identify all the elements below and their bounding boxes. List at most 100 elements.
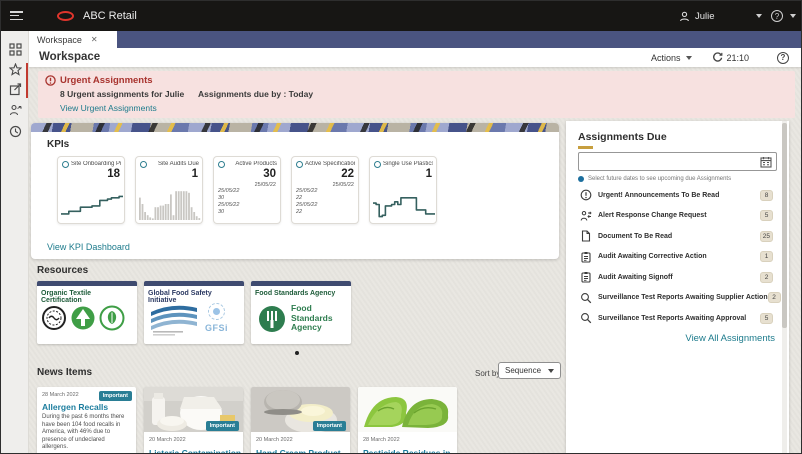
kpi-title: Site Audits Due [157, 161, 199, 167]
news-title: Listeria Contamination [149, 448, 242, 454]
apps-grid-icon[interactable] [9, 43, 22, 56]
carousel-dot[interactable] [295, 351, 299, 355]
page-title: Workspace [39, 51, 101, 63]
left-navigation-rail [1, 31, 29, 453]
important-badge: Important [205, 421, 239, 431]
shared-user-icon[interactable] [9, 104, 22, 117]
tab-workspace[interactable]: Workspace ✕ [29, 31, 117, 48]
resource-title: Food Standards Agency [255, 290, 336, 297]
help-icon[interactable]: ? [771, 10, 783, 22]
kpi-tile-single-use-plastics[interactable]: Single Use Plastics ... 1 [369, 156, 437, 224]
urgent-due-by: Assignments due by : Today [198, 89, 314, 99]
kpi-tile-row: Site Onboarding Pr... 18 Site Audits Due… [57, 156, 437, 224]
kpi-target-icon [140, 161, 147, 168]
count-badge: 25 [759, 230, 773, 242]
news-date: 20 March 2022 [256, 437, 293, 443]
kpi-target-icon [374, 161, 381, 168]
news-card-hand-cream-product[interactable]: Important 20 March 2022 Hand Cream Produ… [251, 387, 350, 454]
page-help-icon[interactable]: ? [777, 51, 789, 64]
resources-row: Organic Textile Certification Global Foo… [37, 281, 351, 344]
important-badge: Important [312, 421, 346, 431]
kpi-bar-chart [139, 188, 201, 220]
chevron-down-icon[interactable] [755, 14, 762, 18]
refresh-timer: 21:10 [726, 52, 749, 63]
resource-card-gfsi[interactable]: Global Food Safety Initiative GFSi [144, 281, 244, 344]
app-window: ABC Retail Julie ? Workspace ✕ Workspace… [0, 0, 802, 454]
news-title: Pesticide Residues in [363, 448, 451, 454]
tartan-banner-image [31, 123, 559, 132]
assignment-item-alert-response[interactable]: Alert Response Change Request 5 [566, 206, 789, 227]
resource-card-food-standards-agency[interactable]: Food Standards Agency Food Standards Age… [251, 281, 351, 344]
kpi-title: Site Onboarding Pr... [71, 161, 121, 167]
info-dot-icon [578, 176, 584, 182]
refresh-button[interactable]: 21:10 [712, 52, 749, 63]
kpi-target-icon [296, 161, 303, 168]
user-menu[interactable]: Julie [679, 1, 762, 31]
edit-tasks-icon[interactable] [9, 83, 22, 96]
view-kpi-dashboard-link[interactable]: View KPI Dashboard [47, 242, 130, 252]
tab-label: Workspace [37, 34, 82, 45]
heading-accent-bar [578, 146, 593, 149]
surveillance-icon [581, 292, 592, 304]
help-menu[interactable]: ? [771, 1, 796, 31]
kpi-title: Single Use Plastics ... [383, 161, 433, 167]
recent-history-clock-icon[interactable] [9, 125, 22, 138]
date-helper: Select future dates to see upcoming due … [578, 176, 731, 182]
chevron-down-icon[interactable] [790, 14, 796, 18]
lettuce-image [358, 387, 457, 432]
tab-close-icon[interactable]: ✕ [91, 35, 98, 44]
alert-circle-icon [45, 75, 56, 86]
assignments-heading: Assignments Due [578, 131, 667, 143]
assignment-item-audit-corrective-action[interactable]: Audit Awaiting Corrective Action 1 [566, 247, 789, 268]
oracle-logo-icon [57, 11, 74, 21]
sort-select[interactable]: Sequence [498, 362, 561, 379]
sort-selected-value: Sequence [505, 366, 542, 375]
assignment-item-document-to-read[interactable]: Document To Be Read 25 [566, 226, 789, 247]
assignment-item-surveillance-approval[interactable]: Surveillance Test Reports Awaiting Appro… [566, 308, 789, 329]
important-badge: Important [98, 391, 132, 401]
count-badge: 2 [767, 292, 781, 304]
news-body: During the past 6 months there have been… [42, 414, 125, 451]
kpi-tile-site-audits-due[interactable]: Site Audits Due 1 [135, 156, 203, 224]
kpi-panel: KPIs Site Onboarding Pr... 18 Site Audit… [31, 123, 559, 259]
news-card-allergen-recalls[interactable]: 28 March 2022 Important Allergen Recalls… [37, 387, 136, 453]
view-urgent-assignments-link[interactable]: View Urgent Assignments [60, 103, 157, 113]
due-date-input[interactable] [583, 154, 753, 169]
assignment-list: Urgent! Announcements To Be Read 8 Alert… [566, 185, 789, 329]
refresh-icon [713, 52, 723, 62]
calendar-icon[interactable] [760, 156, 772, 168]
news-title: Hand Cream Product [256, 448, 341, 454]
hamburger-menu-icon[interactable] [10, 11, 23, 21]
urgent-announcement-icon [580, 189, 592, 201]
audit-icon [581, 251, 591, 263]
assignment-item-surveillance-supplier-action[interactable]: Surveillance Test Reports Awaiting Suppl… [566, 288, 789, 309]
card-accent-bar [37, 281, 137, 286]
count-badge: 2 [760, 271, 773, 283]
page-header: Workspace Actions 21:10 ? [29, 48, 801, 67]
kpi-sparkline-chart [61, 188, 123, 220]
actions-button[interactable]: Actions [651, 53, 681, 63]
urgent-assignments-banner: Urgent Assignments 8 Urgent assignments … [38, 71, 795, 118]
kpi-title: Active Specifications [305, 161, 355, 167]
assignments-due-panel: Assignments Due Select future dates to s… [566, 121, 789, 453]
kpi-tile-active-products[interactable]: Active Products 30 25/05/22 25/05/22 30 2… [213, 156, 281, 224]
chevron-down-icon [548, 368, 554, 373]
kpi-tile-site-onboarding[interactable]: Site Onboarding Pr... 18 [57, 156, 125, 224]
date-helper-text: Select future dates to see upcoming due … [588, 176, 732, 182]
kpi-title: Active Products [235, 161, 277, 167]
scrollbar-thumb[interactable] [782, 123, 787, 328]
view-all-assignments-link[interactable]: View All Assignments [685, 333, 775, 344]
kpi-value: 30 [263, 168, 276, 180]
assignment-item-urgent-announcements[interactable]: Urgent! Announcements To Be Read 8 [566, 185, 789, 206]
kpi-tile-active-specifications[interactable]: Active Specifications 22 25/05/22 25/05/… [291, 156, 359, 224]
assignment-item-audit-signoff[interactable]: Audit Awaiting Signoff 2 [566, 267, 789, 288]
alert-response-icon [580, 210, 592, 221]
audit-icon [581, 272, 591, 283]
resource-card-organic-textile[interactable]: Organic Textile Certification [37, 281, 137, 344]
news-card-pesticide-residues[interactable]: 28 March 2022 Pesticide Residues in [358, 387, 457, 454]
favorites-star-icon[interactable] [9, 63, 22, 76]
kpi-sparkline-chart [373, 188, 435, 220]
chevron-down-icon[interactable] [686, 55, 693, 60]
kpi-value: 1 [191, 168, 198, 180]
news-card-listeria-contamination[interactable]: Important 20 March 2022 Listeria Contami… [144, 387, 243, 454]
